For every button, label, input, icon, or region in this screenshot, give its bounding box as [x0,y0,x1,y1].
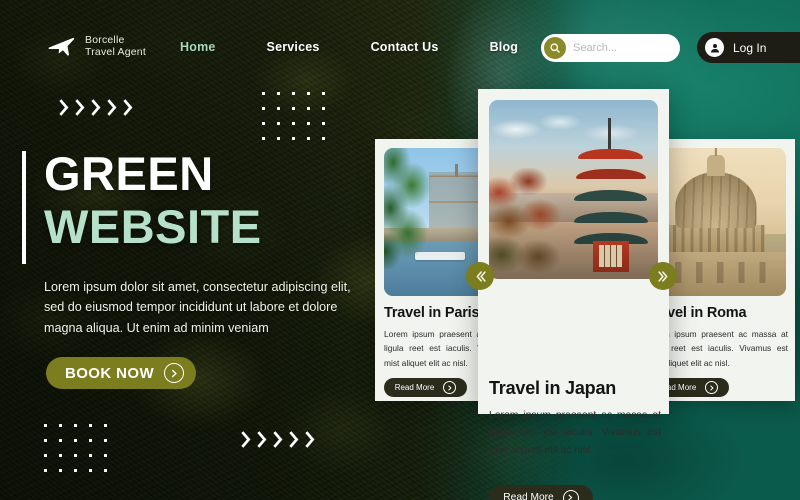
nav-item-home[interactable]: Home [180,40,216,54]
read-more-label: Read More [394,383,435,392]
search-input[interactable] [566,42,680,54]
card-title: Travel in Japan [489,378,617,398]
brand-name-line1: Borcelle [85,33,125,46]
read-more-button-japan[interactable]: Read More [489,485,593,500]
nav-item-blog[interactable]: Blog [490,40,519,54]
airplane-icon [48,37,75,56]
carousel-prev-button[interactable] [466,262,494,290]
card-body: Lorem ipsum praesent ac massa at ligula … [489,410,661,456]
read-more-label: Read More [503,492,554,500]
site-header: Borcelle Travel Agent Home Services Cont… [0,0,800,88]
destination-card-japan[interactable]: Travel in Japan Lorem ipsum praesent ac … [478,89,669,500]
login-button-label: Log In [733,40,767,55]
arrow-right-circle-icon [443,381,457,394]
search-bar[interactable] [541,34,680,62]
brand-name-line2: Travel Agent [85,46,146,58]
arrow-right-circle-icon [705,381,719,394]
card-title: Travel in Paris [384,305,480,321]
nav-item-services[interactable]: Services [267,40,320,54]
main-navigation: Home Services Contact Us Blog [180,40,518,54]
brand-logo[interactable]: Borcelle Travel Agent [46,31,146,61]
page-root: Borcelle Travel Agent Home Services Cont… [0,0,800,500]
login-button[interactable]: Log In [697,32,800,63]
arrow-right-circle-icon [562,489,579,500]
chevron-double-right-icon [657,270,667,282]
chevron-double-left-icon [476,270,486,282]
carousel-next-button[interactable] [649,262,677,290]
nav-item-contact-us[interactable]: Contact Us [371,40,439,54]
user-icon [705,38,724,57]
search-icon[interactable] [544,37,566,59]
chureito-pagoda-mount-fuji-photo [489,100,658,279]
read-more-button-paris[interactable]: Read More [384,378,467,397]
